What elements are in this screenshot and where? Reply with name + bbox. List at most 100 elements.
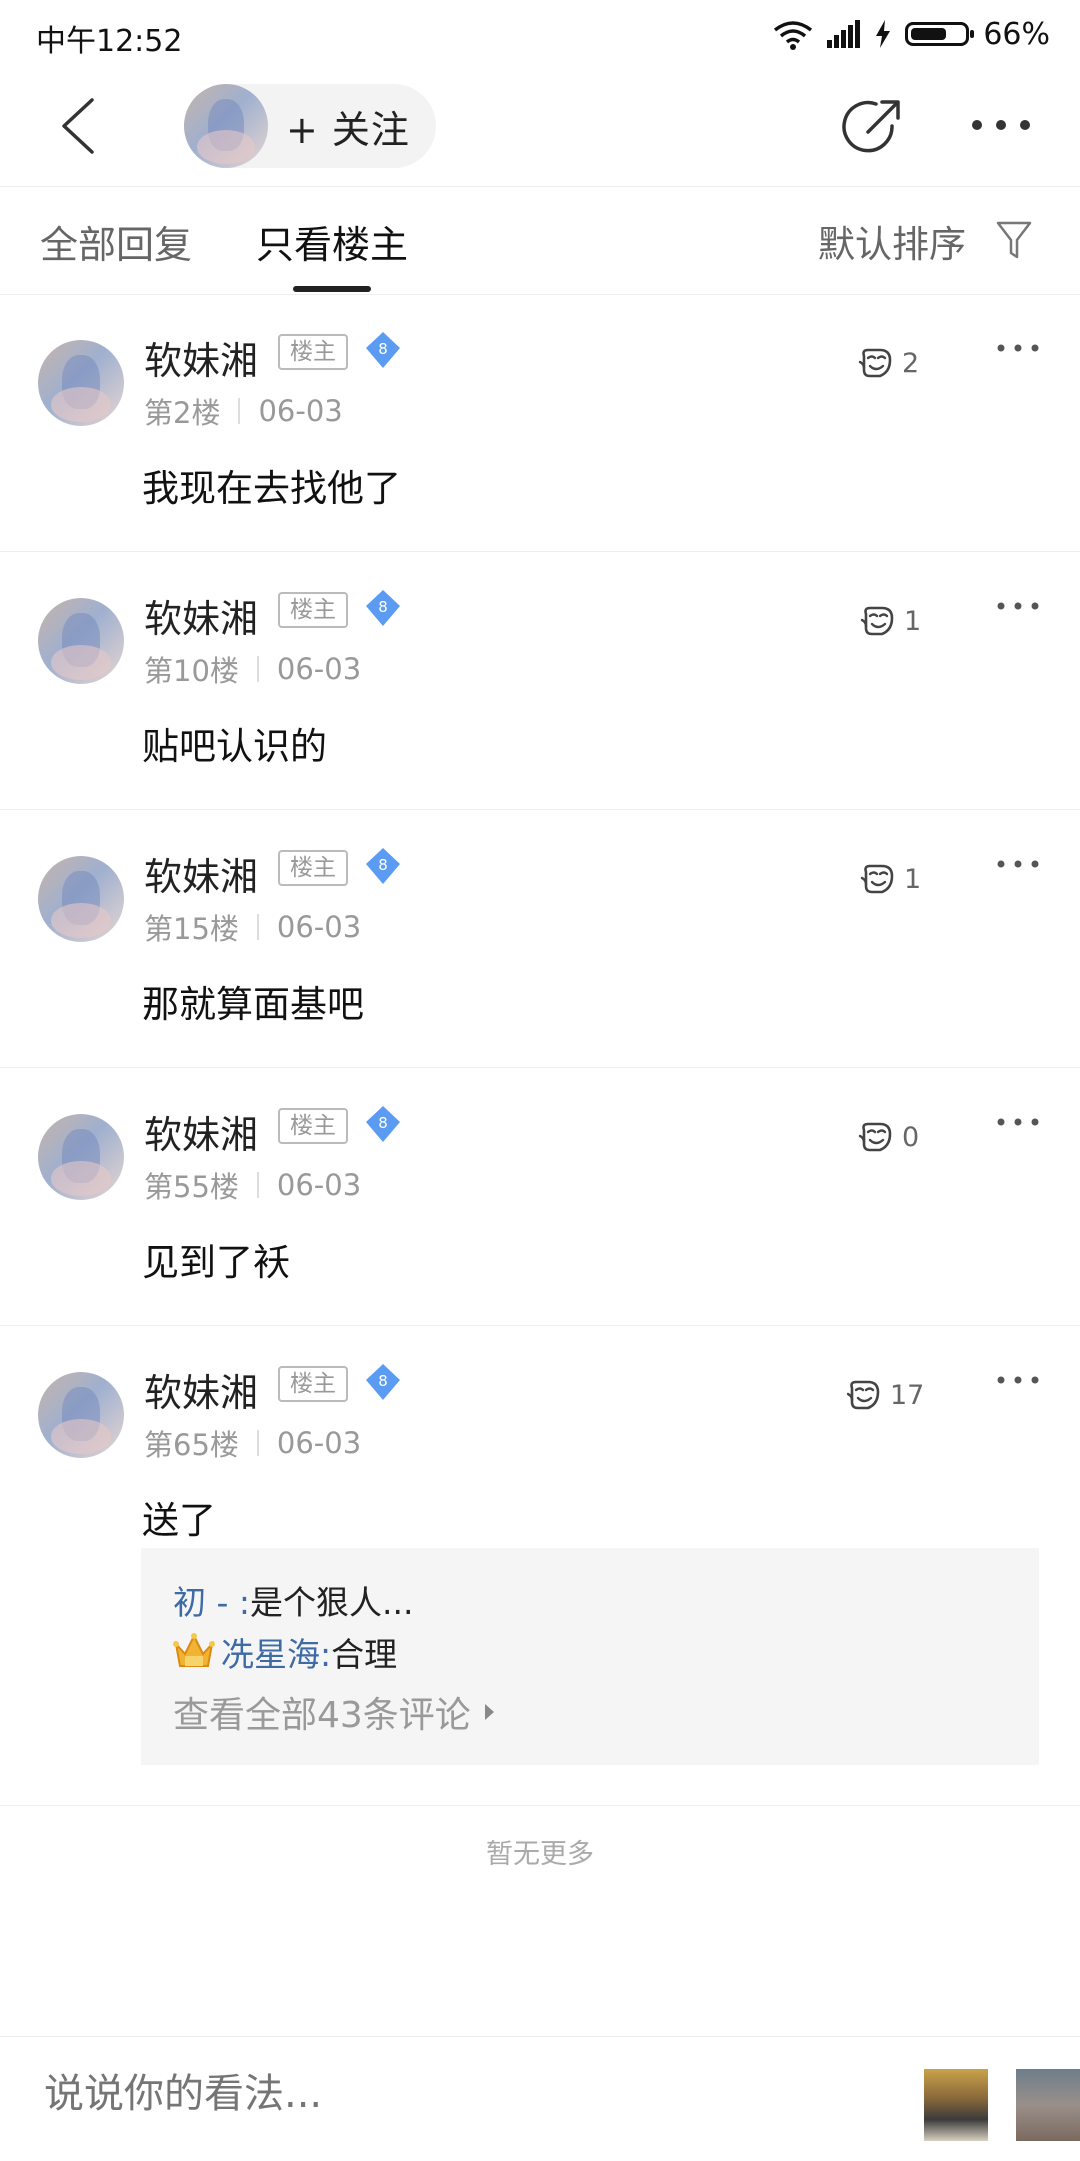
sort-button[interactable]: 默认排序 xyxy=(818,214,966,268)
avatar[interactable] xyxy=(38,1372,124,1458)
level-badge-icon: 8 xyxy=(366,848,400,884)
level-badge-icon: 8 xyxy=(366,332,400,368)
crown-icon xyxy=(173,1633,215,1667)
reply-input[interactable] xyxy=(44,2071,844,2117)
sub-comment[interactable]: 冼星海: 合理 xyxy=(173,1628,397,1676)
floor-info: 第55楼 06-03 xyxy=(144,1164,361,1206)
post-content: 见到了袄 xyxy=(142,1241,290,1284)
post-item: 软妹湘 楼主 8 第15楼 06-03 1 那就算面基吧 xyxy=(0,810,1080,1068)
level-badge-icon: 8 xyxy=(366,1364,400,1400)
like-count: 0 xyxy=(902,1121,920,1153)
charging-icon xyxy=(876,20,891,48)
like-icon xyxy=(846,1380,880,1410)
author-name[interactable]: 软妹湘 xyxy=(144,1104,258,1159)
svg-text:8: 8 xyxy=(378,1114,388,1132)
floor-info: 第15楼 06-03 xyxy=(144,906,361,948)
like-button[interactable]: 2 xyxy=(858,338,919,388)
author-name[interactable]: 软妹湘 xyxy=(144,588,258,643)
signal-icon xyxy=(827,20,861,48)
svg-text:8: 8 xyxy=(378,1372,388,1390)
like-button[interactable]: 1 xyxy=(860,854,921,904)
commenter-name[interactable]: 初 - : xyxy=(173,1576,250,1624)
caret-right-icon xyxy=(484,1704,494,1720)
battery-percent: 66% xyxy=(983,16,1050,52)
floor-number: 第15楼 xyxy=(144,912,239,946)
status-time: 中午12:52 xyxy=(36,24,183,59)
owner-badge: 楼主 xyxy=(278,592,348,628)
more-icon[interactable] xyxy=(996,342,1040,354)
more-icon[interactable] xyxy=(996,858,1040,870)
owner-badge: 楼主 xyxy=(278,334,348,370)
post-item: 软妹湘 楼主 8 第2楼 06-03 2 我现在去找他了 xyxy=(0,294,1080,552)
divider xyxy=(256,656,259,682)
reply-bar xyxy=(0,2036,1080,2161)
post-item: 软妹湘 楼主 8 第10楼 06-03 1 贴吧认识的 xyxy=(0,552,1080,810)
post-content: 那就算面基吧 xyxy=(142,983,364,1026)
more-icon[interactable] xyxy=(996,1374,1040,1386)
avatar[interactable] xyxy=(38,340,124,426)
more-icon[interactable] xyxy=(996,1116,1040,1128)
avatar[interactable] xyxy=(38,1114,124,1200)
tab-bar: 全部回复 只看楼主 默认排序 xyxy=(0,186,1080,295)
svg-text:8: 8 xyxy=(378,856,388,874)
floor-number: 第2楼 xyxy=(144,396,221,430)
battery-icon xyxy=(905,22,975,46)
tab-owner-only[interactable]: 只看楼主 xyxy=(256,214,408,269)
commenter-name[interactable]: 冼星海: xyxy=(221,1628,331,1676)
like-button[interactable]: 0 xyxy=(858,1112,919,1162)
image-thumbnail[interactable] xyxy=(1016,2069,1080,2141)
follow-button[interactable]: + 关注 xyxy=(184,84,436,168)
no-more-label: 暂无更多 xyxy=(486,1839,594,1870)
sub-comments[interactable]: 初 - : 是个狠人... 冼星海: 合理 查看全部43条评论 xyxy=(141,1548,1039,1765)
level-badge-icon: 8 xyxy=(366,1106,400,1142)
author-name[interactable]: 软妹湘 xyxy=(144,330,258,385)
more-icon[interactable] xyxy=(996,600,1040,612)
view-all-comments-link[interactable]: 查看全部43条评论 xyxy=(173,1686,494,1738)
floor-number: 第10楼 xyxy=(144,654,239,688)
post-date: 06-03 xyxy=(276,652,362,686)
floor-number: 第65楼 xyxy=(144,1428,239,1462)
active-tab-indicator xyxy=(293,286,371,292)
level-badge-icon: 8 xyxy=(366,590,400,626)
more-icon[interactable] xyxy=(970,110,1032,140)
like-count: 1 xyxy=(904,605,922,637)
avatar[interactable] xyxy=(38,856,124,942)
sub-comment[interactable]: 初 - : 是个狠人... xyxy=(173,1576,414,1624)
svg-text:8: 8 xyxy=(378,340,388,358)
like-count: 1 xyxy=(904,863,922,895)
author-name[interactable]: 软妹湘 xyxy=(144,846,258,901)
like-count: 17 xyxy=(890,1379,925,1411)
post-item: 软妹湘 楼主 8 第55楼 06-03 0 见到了袄 xyxy=(0,1068,1080,1326)
share-icon[interactable] xyxy=(842,96,904,158)
post-content: 贴吧认识的 xyxy=(142,725,327,768)
like-button[interactable]: 17 xyxy=(846,1370,924,1420)
divider xyxy=(256,914,259,940)
post-date: 06-03 xyxy=(276,910,362,944)
like-count: 2 xyxy=(902,347,920,379)
owner-badge: 楼主 xyxy=(278,1366,348,1402)
divider xyxy=(0,1805,1080,1806)
like-icon xyxy=(858,348,892,378)
filter-icon[interactable] xyxy=(996,220,1032,260)
svg-text:8: 8 xyxy=(378,598,388,616)
owner-badge: 楼主 xyxy=(278,1108,348,1144)
nav-bar: + 关注 xyxy=(0,66,1080,187)
post-content: 我现在去找他了 xyxy=(142,467,401,510)
divider xyxy=(238,398,241,424)
floor-info: 第65楼 06-03 xyxy=(144,1422,361,1464)
tab-all-replies[interactable]: 全部回复 xyxy=(40,214,192,269)
floor-info: 第10楼 06-03 xyxy=(144,648,361,690)
owner-badge: 楼主 xyxy=(278,850,348,886)
back-icon[interactable] xyxy=(56,96,106,156)
image-thumbnail[interactable] xyxy=(924,2069,988,2141)
status-icons: 66% xyxy=(773,14,1050,54)
post-date: 06-03 xyxy=(276,1168,362,1202)
wifi-icon xyxy=(774,21,813,50)
author-name[interactable]: 软妹湘 xyxy=(144,1362,258,1417)
avatar[interactable] xyxy=(38,598,124,684)
view-all-label: 查看全部43条评论 xyxy=(173,1695,471,1736)
avatar[interactable] xyxy=(184,84,268,168)
comment-text: 是个狠人... xyxy=(250,1583,414,1622)
like-icon xyxy=(858,1122,892,1152)
like-button[interactable]: 1 xyxy=(860,596,921,646)
